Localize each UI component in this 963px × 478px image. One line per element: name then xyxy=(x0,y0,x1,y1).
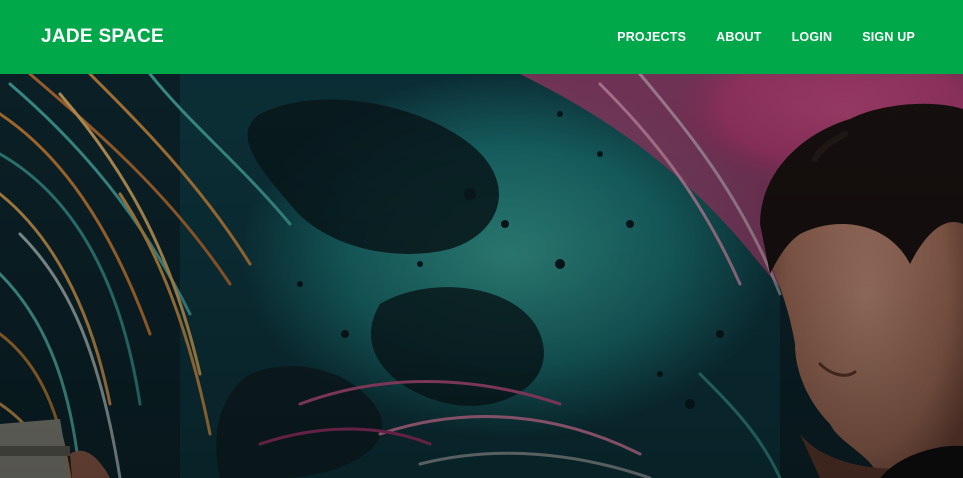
top-navbar: JADE SPACE PROJECTS ABOUT LOGIN SIGN UP xyxy=(0,0,963,74)
nav-link-signup[interactable]: SIGN UP xyxy=(862,30,915,44)
hero-banner xyxy=(0,74,963,478)
hero-image xyxy=(0,74,963,478)
nav-link-projects[interactable]: PROJECTS xyxy=(617,30,686,44)
nav-link-about[interactable]: ABOUT xyxy=(716,30,761,44)
nav-link-login[interactable]: LOGIN xyxy=(792,30,833,44)
nav-menu: PROJECTS ABOUT LOGIN SIGN UP xyxy=(617,30,915,44)
brand-logo[interactable]: JADE SPACE xyxy=(41,26,164,48)
